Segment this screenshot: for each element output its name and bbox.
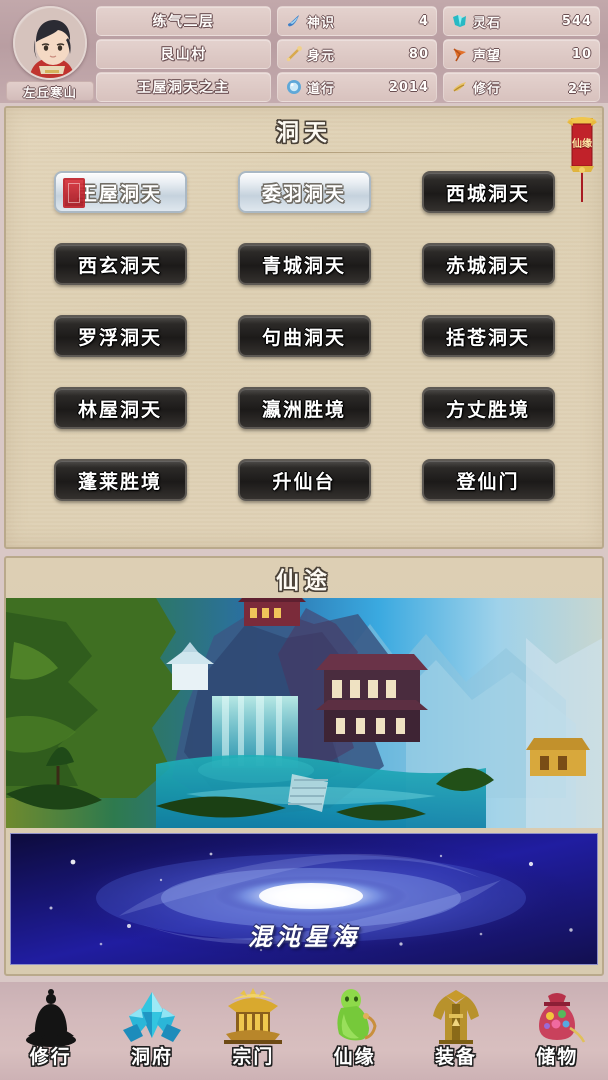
- location-label: 艮山村: [160, 47, 207, 63]
- realm-label: 练气二层: [152, 14, 215, 30]
- stat-shenyuan: 身元 80: [277, 39, 437, 69]
- grotto-button[interactable]: 王屋洞天: [53, 171, 187, 213]
- stat-lingshi-label: 灵石: [473, 15, 502, 31]
- grotto-button[interactable]: 青城洞天: [237, 243, 371, 285]
- stat-xiuxing: 修行 2年: [443, 72, 600, 102]
- grotto-panel-title: 洞天: [276, 120, 332, 146]
- player-status-header: 左丘寒山 练气二层 神识 4 灵石 544 艮山村 身元 80 声望 10 王屋…: [0, 0, 608, 103]
- nav-label: 宗门: [232, 1046, 275, 1068]
- banner-flag-icon: [451, 45, 469, 63]
- rank-title-cell: 王屋洞天之主: [96, 72, 271, 102]
- stat-shengwang-label: 声望: [473, 48, 502, 64]
- grotto-button[interactable]: 括苍洞天: [421, 315, 555, 357]
- hanging-banner-icon[interactable]: 仙缘: [565, 112, 599, 214]
- stat-daoxing: 道行 2014: [277, 72, 437, 102]
- nav-label: 洞府: [130, 1046, 173, 1068]
- nav-item-xianyuan[interactable]: 仙缘: [304, 982, 405, 1076]
- nav-label: 修行: [29, 1046, 72, 1068]
- galaxy-label: 混沌星海: [248, 923, 360, 951]
- stat-shenshi-label: 神识: [307, 15, 336, 31]
- game-screen: 左丘寒山 练气二层 神识 4 灵石 544 艮山村 身元 80 声望 10 王屋…: [0, 0, 608, 1080]
- grotto-panel: 洞天 仙缘 王屋洞天 委羽洞天 西城洞天 西玄洞天 青城洞天 赤城洞天 罗浮洞天…: [4, 106, 604, 549]
- stat-daoxing-value: 2014: [388, 79, 429, 95]
- grotto-button[interactable]: 西城洞天: [421, 171, 555, 213]
- nav-label: 装备: [434, 1046, 477, 1068]
- stat-shengwang: 声望 10: [443, 39, 600, 69]
- blue-orb-icon: [285, 78, 303, 96]
- stat-shengwang-value: 10: [571, 46, 592, 62]
- spirit-wisp-icon: [285, 12, 303, 30]
- nav-item-zongmen[interactable]: 宗门: [203, 982, 304, 1076]
- location-title-cell: 艮山村: [96, 39, 271, 69]
- stat-daoxing-label: 道行: [307, 81, 336, 97]
- grotto-button-label: 括苍洞天: [445, 326, 530, 349]
- grotto-button-label: 罗浮洞天: [77, 326, 162, 349]
- grotto-button-label: 青城洞天: [261, 254, 346, 277]
- grotto-button[interactable]: 林屋洞天: [53, 387, 187, 429]
- stat-shenshi: 神识 4: [277, 6, 437, 36]
- stat-xiuxing-label: 修行: [473, 81, 502, 97]
- grotto-button-label: 西城洞天: [445, 182, 530, 205]
- grotto-button[interactable]: 罗浮洞天: [53, 315, 187, 357]
- grotto-button-grid: 王屋洞天 委羽洞天 西城洞天 西玄洞天 青城洞天 赤城洞天 罗浮洞天 句曲洞天: [6, 153, 602, 501]
- grotto-button[interactable]: 赤城洞天: [421, 243, 555, 285]
- grotto-button[interactable]: 西玄洞天: [53, 243, 187, 285]
- stat-grid: 练气二层 神识 4 灵石 544 艮山村 身元 80 声望 10 王屋洞天之主 …: [96, 6, 604, 102]
- grotto-button[interactable]: 委羽洞天: [237, 171, 371, 213]
- grotto-button-label: 西玄洞天: [77, 254, 162, 277]
- grotto-button[interactable]: 句曲洞天: [237, 315, 371, 357]
- rank-label: 王屋洞天之主: [137, 80, 230, 96]
- grotto-button[interactable]: 登仙门: [421, 459, 555, 501]
- realm-title-cell: 练气二层: [96, 6, 271, 36]
- grotto-button[interactable]: 瀛洲胜境: [237, 387, 371, 429]
- bottom-nav: 修行 洞府 宗门 仙缘 装备 储物: [0, 982, 608, 1080]
- nav-label: 储物: [536, 1046, 579, 1068]
- grotto-button[interactable]: 方丈胜境: [421, 387, 555, 429]
- grotto-button[interactable]: 蓬莱胜境: [53, 459, 187, 501]
- grotto-button-label: 瀛洲胜境: [261, 398, 346, 421]
- grotto-button-label: 句曲洞天: [261, 326, 346, 349]
- stat-shenyuan-label: 身元: [307, 48, 336, 64]
- nav-item-xiuxing[interactable]: 修行: [0, 982, 101, 1076]
- nav-label: 仙缘: [333, 1046, 376, 1068]
- spirit-stone-icon: [451, 12, 469, 30]
- owned-seal-icon: [62, 178, 85, 208]
- nav-item-chuwu[interactable]: 储物: [507, 982, 608, 1076]
- banner-label: 仙缘: [572, 139, 592, 150]
- grotto-button[interactable]: 升仙台: [237, 459, 371, 501]
- grotto-button-label: 升仙台: [272, 470, 336, 493]
- stat-lingshi: 灵石 544: [443, 6, 600, 36]
- grotto-button-label: 蓬莱胜境: [77, 470, 162, 493]
- grotto-button-label: 王屋洞天: [77, 182, 162, 205]
- grotto-button-label: 赤城洞天: [445, 254, 530, 277]
- stat-shenyuan-value: 80: [408, 46, 429, 62]
- grotto-button-label: 林屋洞天: [77, 398, 162, 421]
- grotto-button-label: 方丈胜境: [445, 398, 530, 421]
- avatar-column: 左丘寒山: [4, 6, 96, 101]
- chaos-star-sea-image[interactable]: 混沌星海: [10, 833, 598, 965]
- bone-staff-icon: [285, 45, 303, 63]
- immortal-landscape-image[interactable]: [6, 598, 602, 828]
- grotto-button-label: 登仙门: [456, 470, 520, 493]
- avatar[interactable]: [13, 6, 87, 80]
- stat-xiuxing-value: 2年: [567, 81, 592, 97]
- path-panel-title: 仙途: [276, 568, 332, 594]
- immortal-path-panel: 仙途 混沌星海: [4, 556, 604, 976]
- grotto-button-label: 委羽洞天: [261, 182, 346, 205]
- nav-item-zhuangbei[interactable]: 装备: [405, 982, 506, 1076]
- nav-item-dongfu[interactable]: 洞府: [101, 982, 202, 1076]
- player-name-plate: 左丘寒山: [6, 81, 94, 101]
- scroll-icon: [451, 78, 469, 96]
- stat-lingshi-value: 544: [561, 13, 592, 29]
- stat-shenshi-value: 4: [418, 13, 429, 29]
